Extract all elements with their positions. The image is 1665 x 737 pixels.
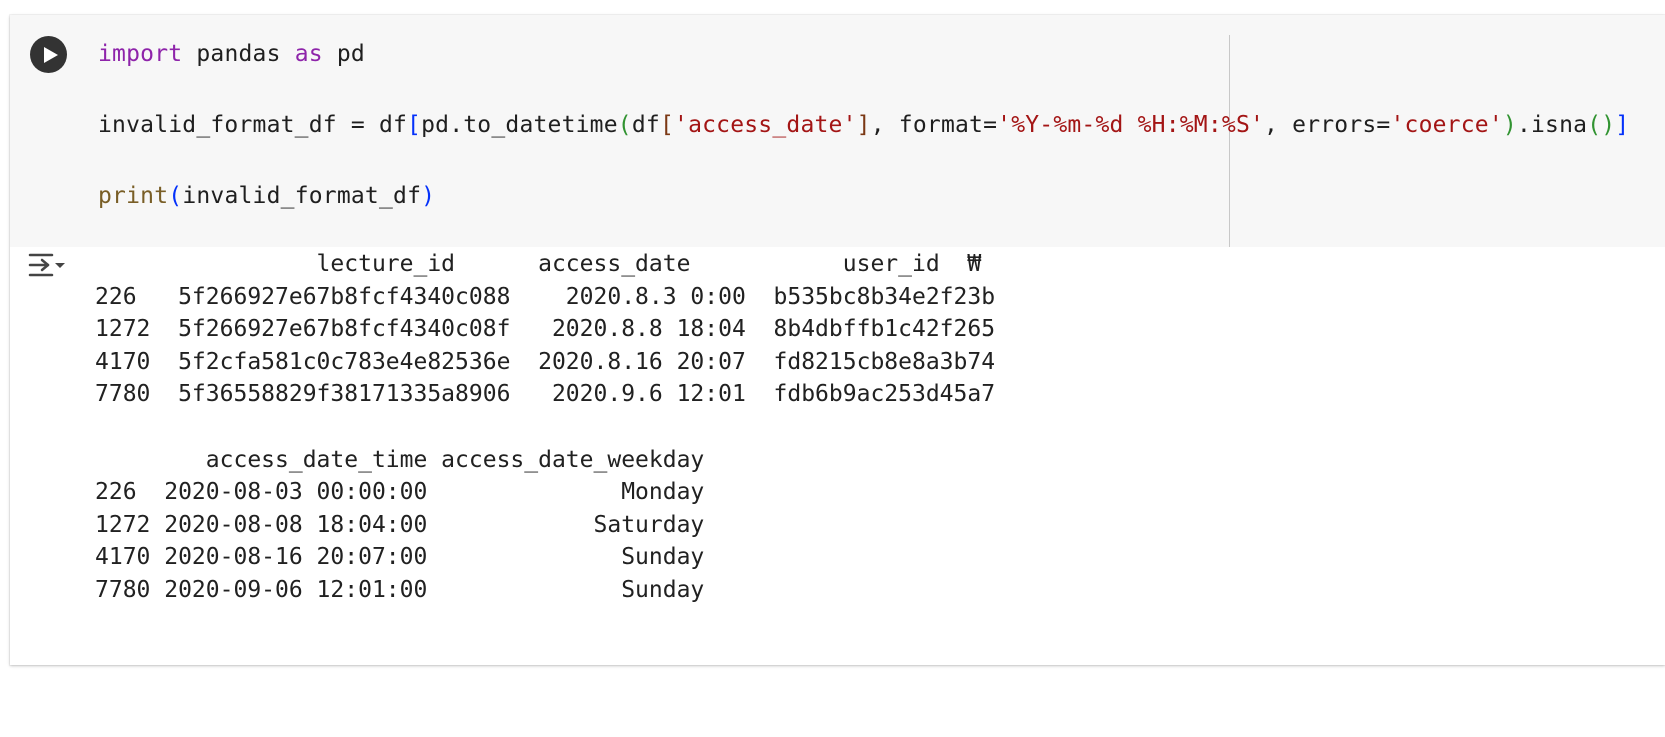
code-token: invalid_format_df = df <box>98 112 408 138</box>
cell-gutter <box>10 15 90 247</box>
output-line: 1272 5f266927e67b8fcf4340c08f 2020.8.8 1… <box>95 316 996 342</box>
notebook-cell[interactable]: import pandas as pd invalid_format_df = … <box>10 15 1665 665</box>
output-line: 4170 2020-08-16 20:07:00 Sunday <box>95 544 705 570</box>
output-line: lecture_id access_date user_id ₩ <box>95 251 982 277</box>
bracket: ( <box>617 112 632 138</box>
output-line: access_date_time access_date_weekday <box>95 447 705 473</box>
code-line-1: import pandas as pd <box>98 40 365 68</box>
bracket: ) <box>1502 112 1517 138</box>
output-line: 7780 5f36558829f38171335a8906 2020.9.6 1… <box>95 381 996 407</box>
output-line: 226 2020-08-03 00:00:00 Monday <box>95 479 705 505</box>
output-line: 4170 5f2cfa581c0c783e4e82536e 2020.8.16 … <box>95 349 996 375</box>
output-line: 226 5f266927e67b8fcf4340c088 2020.8.3 0:… <box>95 284 996 310</box>
string-literal: 'coerce' <box>1390 112 1503 138</box>
code-token: invalid_format_df <box>182 183 422 209</box>
output-collapse-icon[interactable] <box>26 248 70 282</box>
run-cell-button[interactable] <box>30 36 67 73</box>
code-token: .isna <box>1516 112 1588 138</box>
code-token: pd.to_datetime <box>421 112 618 138</box>
module-name: pandas <box>182 41 295 67</box>
bracket: () <box>1587 112 1616 138</box>
code-editor[interactable]: import pandas as pd invalid_format_df = … <box>90 15 1665 247</box>
string-literal: 'access_date' <box>674 112 857 138</box>
bracket: [ <box>407 112 422 138</box>
keyword-as: as <box>294 41 323 67</box>
output-line: 1272 2020-08-08 18:04:00 Saturday <box>95 512 705 538</box>
bracket: ( <box>168 183 183 209</box>
keyword-import: import <box>98 41 183 67</box>
code-token: , format= <box>870 112 998 138</box>
code-token: df <box>631 112 660 138</box>
output-line: 7780 2020-09-06 12:01:00 Sunday <box>95 577 705 603</box>
editor-ruler <box>1229 35 1230 247</box>
module-alias: pd <box>322 41 365 67</box>
string-literal: '%Y-%m-%d %H:%M:%S' <box>997 112 1265 138</box>
code-token: , errors= <box>1264 112 1391 138</box>
bracket: ) <box>421 183 436 209</box>
bracket: ] <box>1615 112 1630 138</box>
bracket: [ <box>659 112 675 138</box>
bracket: ] <box>856 112 871 138</box>
code-line-3: print(invalid_format_df) <box>98 182 435 210</box>
play-icon <box>44 47 58 63</box>
code-line-2: invalid_format_df = df[pd.to_datetime(df… <box>98 111 1629 139</box>
function-print: print <box>98 183 169 209</box>
